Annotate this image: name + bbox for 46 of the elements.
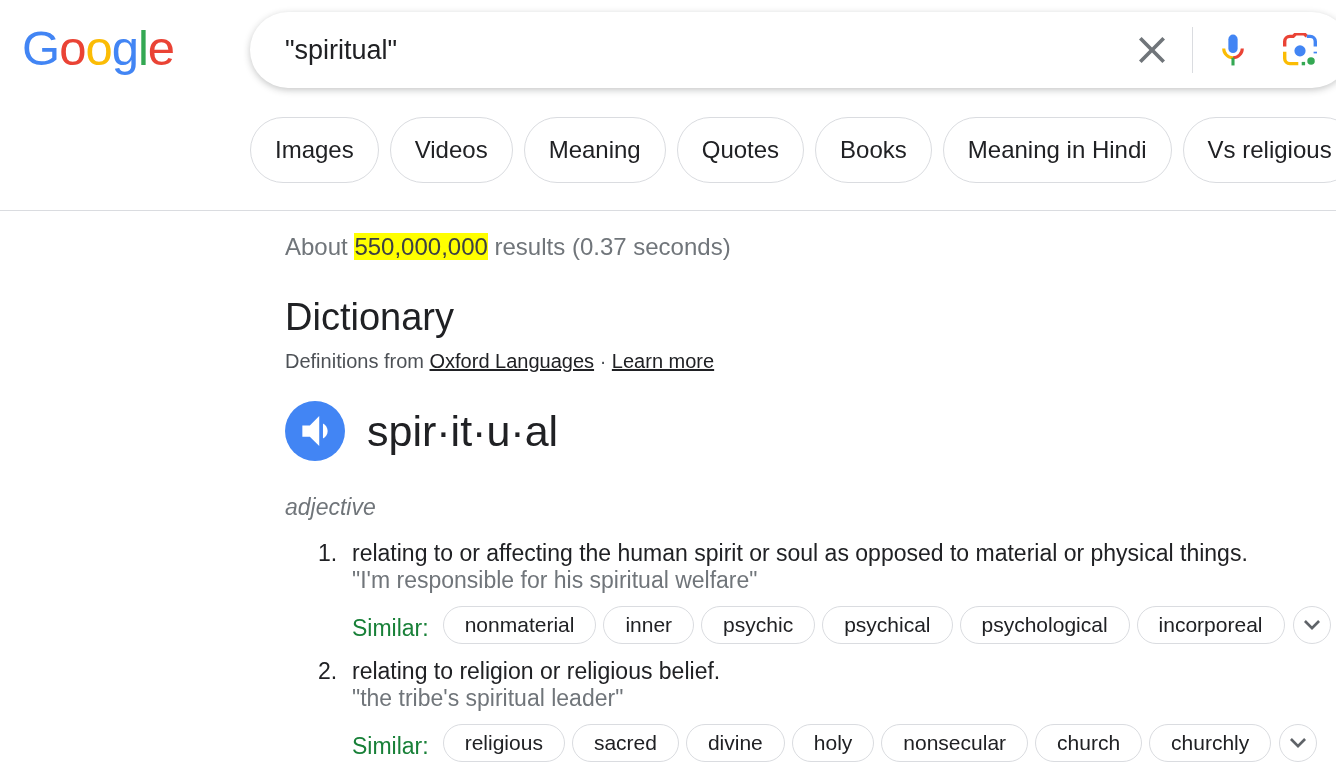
example-text: "the tribe's spiritual leader" bbox=[352, 685, 624, 712]
example-text: "I'm responsible for his spiritual welfare" bbox=[352, 567, 758, 594]
search-chip[interactable]: Images bbox=[250, 117, 379, 183]
synonym-chip[interactable]: nonsecular bbox=[881, 724, 1029, 762]
similar-label: Similar: bbox=[352, 731, 429, 760]
source-line: Definitions from Oxford Languages · Learn more bbox=[285, 349, 715, 373]
result-stats: About 550,000,000 results (0.37 seconds) bbox=[285, 233, 731, 261]
learn-more-link[interactable]: Learn more bbox=[611, 350, 715, 372]
search-chip[interactable]: Books bbox=[815, 117, 932, 183]
part-of-speech: adjective bbox=[285, 494, 376, 521]
close-icon bbox=[1139, 37, 1165, 63]
synonym-chip[interactable]: churchly bbox=[1149, 724, 1272, 762]
synonym-chip[interactable]: sacred bbox=[571, 724, 679, 762]
search-chip[interactable]: Vs religious bbox=[1182, 117, 1336, 183]
synonym-chip[interactable]: incorporeal bbox=[1136, 606, 1285, 644]
logo[interactable]: Google bbox=[22, 23, 175, 77]
definition-text: relating to religion or religious belief. bbox=[352, 658, 721, 685]
synonym-chip[interactable]: nonmaterial bbox=[442, 606, 597, 644]
search-chip[interactable]: Meaning in Hindi bbox=[942, 117, 1172, 183]
definition-text: relating to or affecting the human spirit or soul as opposed to material or physical things. bbox=[352, 540, 1248, 567]
search-chip[interactable]: Meaning bbox=[523, 117, 666, 183]
audio-button[interactable] bbox=[285, 401, 345, 461]
synonym-chip[interactable]: psychological bbox=[959, 606, 1130, 644]
synonym-chip[interactable]: holy bbox=[791, 724, 875, 762]
expand-button[interactable] bbox=[1292, 606, 1331, 644]
sense-number: 1. bbox=[318, 540, 339, 568]
synonym-chip[interactable]: psychic bbox=[701, 606, 816, 644]
search-input[interactable]: "spiritual" bbox=[285, 32, 1132, 68]
search-chip[interactable]: Videos bbox=[389, 117, 513, 183]
source-link[interactable]: Oxford Languages bbox=[429, 350, 595, 372]
chevron-down-icon bbox=[1303, 620, 1320, 630]
synonym-chip[interactable]: religious bbox=[442, 724, 565, 762]
sense-number: 2. bbox=[318, 658, 339, 686]
similar-label: Similar: bbox=[352, 613, 429, 642]
headword: spir·it·u·al bbox=[367, 406, 559, 457]
camera-lens-icon bbox=[1283, 33, 1317, 67]
synonym-chip[interactable]: divine bbox=[685, 724, 785, 762]
microphone-icon bbox=[1222, 33, 1244, 67]
expand-button[interactable] bbox=[1279, 724, 1318, 762]
speaker-icon bbox=[301, 416, 329, 446]
synonym-chip[interactable]: psychical bbox=[822, 606, 953, 644]
synonym-chip[interactable]: inner bbox=[603, 606, 695, 644]
chevron-down-icon bbox=[1290, 738, 1307, 748]
synonym-chip[interactable]: church bbox=[1035, 724, 1143, 762]
search-chip[interactable]: Quotes bbox=[676, 117, 805, 183]
section-title: Dictionary bbox=[285, 295, 454, 339]
